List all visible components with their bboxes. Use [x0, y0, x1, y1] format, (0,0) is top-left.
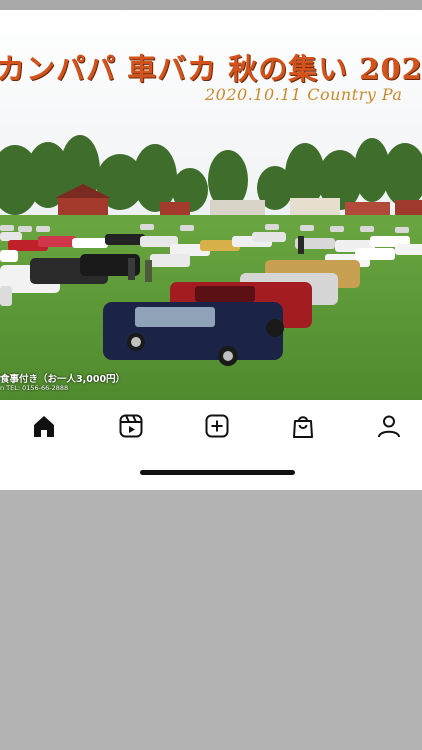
tab-home[interactable]: [28, 412, 60, 440]
poster-tel-note: n TEL: 0156-66-2888: [0, 384, 69, 392]
status-bar-strip: [0, 0, 422, 10]
tab-reels[interactable]: [115, 412, 147, 440]
home-indicator[interactable]: [140, 470, 295, 475]
bottom-tab-bar: [0, 400, 422, 490]
home-icon: [34, 416, 54, 437]
create-post-icon: [205, 414, 229, 438]
tab-shop[interactable]: [287, 412, 319, 440]
reels-icon: [119, 414, 143, 438]
tab-create[interactable]: [201, 412, 233, 440]
poster-meal-note: 食事付き（お一人3,000円）: [0, 374, 126, 385]
empty-background: [0, 490, 422, 750]
shop-bag-icon: [293, 416, 313, 438]
poster-title: カンパパ 車バカ 秋の集い 2020: [0, 52, 422, 86]
profile-icon: [378, 415, 400, 438]
post-image[interactable]: カンパパ 車バカ 秋の集い 2020 2020.10.11 Country Pa…: [0, 10, 422, 400]
poster-date: 2020.10.11 Country Pa: [205, 85, 403, 104]
tab-profile[interactable]: [373, 412, 405, 440]
